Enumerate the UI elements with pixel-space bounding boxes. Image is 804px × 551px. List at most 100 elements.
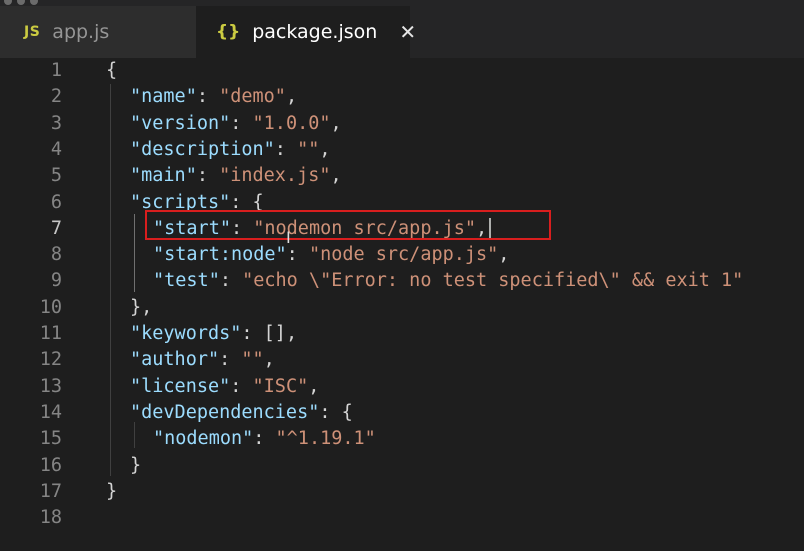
- line-number: 5: [50, 165, 62, 187]
- punctuation: ,: [285, 86, 298, 108]
- punctuation: :: [253, 428, 276, 450]
- punctuation: ,: [308, 375, 320, 397]
- code-text: "main": "index.js",: [130, 163, 342, 189]
- code-line[interactable]: 5 "main": "index.js",: [0, 163, 804, 189]
- code-text: "license": "ISC",: [130, 374, 319, 400]
- code-line[interactable]: 13 "license": "ISC",: [0, 374, 804, 400]
- code-line[interactable]: 1{: [0, 58, 804, 84]
- code-text: "start:node": "node src/app.js",: [153, 242, 509, 268]
- line-number: 1: [50, 60, 62, 81]
- json-string: "ISC": [252, 375, 309, 397]
- line-number: 16: [39, 454, 62, 476]
- code-line[interactable]: 3 "version": "1.0.0",: [0, 111, 804, 137]
- punctuation: :: [219, 349, 242, 371]
- code-text: {: [106, 58, 117, 84]
- line-number: 8: [50, 244, 62, 266]
- json-string: "echo \"Error: no test specified\" && ex…: [242, 270, 744, 292]
- json-string: "demo": [219, 86, 286, 108]
- line-number: 9: [50, 270, 62, 292]
- maximize-window-dot[interactable]: [30, 0, 38, 5]
- code-line[interactable]: 11 "keywords": [],: [0, 321, 804, 347]
- code-line[interactable]: 16}: [0, 453, 804, 479]
- code-line[interactable]: 10},: [0, 295, 804, 321]
- json-string: "1.0.0": [252, 112, 331, 134]
- tab-app-js[interactable]: JS app.js: [0, 6, 196, 58]
- code-line[interactable]: 8 "start:node": "node src/app.js",: [0, 242, 804, 268]
- json-key: "author": [130, 349, 220, 371]
- code-line[interactable]: 15 "nodemon": "^1.19.1": [0, 426, 804, 452]
- close-tab-icon[interactable]: ✕: [399, 20, 416, 44]
- json-key: "description": [130, 138, 275, 160]
- json-string: "": [297, 138, 320, 160]
- code-text: "author": "",: [130, 347, 275, 373]
- punctuation: :: [286, 244, 309, 266]
- json-key: "license": [130, 375, 231, 397]
- json-key: "devDependencies": [130, 401, 320, 423]
- highlight-annotation-box: [145, 210, 551, 240]
- code-line[interactable]: 12 "author": "",: [0, 347, 804, 373]
- code-line[interactable]: 2 "name": "demo",: [0, 84, 804, 110]
- line-number: 7: [50, 217, 62, 239]
- code-text: "description": "",: [130, 137, 331, 163]
- tab-label: package.json: [252, 21, 378, 43]
- code-text: }: [106, 479, 117, 505]
- json-key: "start:node": [153, 244, 287, 266]
- close-window-dot[interactable]: [4, 0, 12, 5]
- line-number: 17: [39, 480, 62, 502]
- code-line[interactable]: 18: [0, 505, 804, 531]
- punctuation: :: [196, 165, 220, 187]
- json-string: "^1.19.1": [275, 428, 376, 450]
- line-number: 13: [39, 375, 62, 397]
- line-number: 14: [39, 401, 62, 423]
- json-string: "": [241, 349, 264, 371]
- tab-label: app.js: [52, 21, 110, 43]
- line-number: 10: [39, 296, 62, 318]
- json-file-icon: {}: [216, 22, 241, 42]
- punctuation: :: [196, 86, 220, 108]
- code-line[interactable]: 14 "devDependencies": {: [0, 400, 804, 426]
- code-text: },: [130, 295, 152, 321]
- json-string: "index.js": [219, 165, 331, 187]
- line-number: 15: [39, 428, 62, 450]
- minimize-window-dot[interactable]: [17, 0, 25, 5]
- code-text: }: [130, 453, 141, 479]
- code-text: "name": "demo",: [130, 84, 297, 110]
- line-number: 11: [39, 323, 62, 344]
- line-number: 4: [50, 138, 62, 160]
- json-string: "node src/app.js": [308, 244, 499, 266]
- code-line[interactable]: 17}: [0, 479, 804, 505]
- code-line[interactable]: 9 "test": "echo \"Error: no test specifie…: [0, 268, 804, 294]
- javascript-file-icon: JS: [24, 24, 41, 40]
- punctuation: :: [274, 138, 298, 160]
- punctuation: ,: [319, 138, 331, 160]
- code-line[interactable]: 4 "description": "",: [0, 137, 804, 163]
- code-text: "nodemon": "^1.19.1": [153, 426, 376, 452]
- line-number: 12: [39, 349, 62, 371]
- punctuation: : [],: [241, 323, 298, 344]
- code-text: "devDependencies": {: [130, 400, 353, 426]
- punctuation: ,: [330, 112, 342, 134]
- json-key: "test": [153, 270, 220, 292]
- punctuation: :: [219, 270, 243, 292]
- code-editor[interactable]: 1{2 "name": "demo", 3 "version": "1.0.0", 4 "…: [0, 58, 804, 551]
- json-key: "nodemon": [153, 428, 254, 450]
- code-text: "version": "1.0.0",: [130, 111, 342, 137]
- punctuation: }: [130, 454, 142, 476]
- tab-package-json[interactable]: {} package.json ✕: [196, 6, 416, 58]
- punctuation: :: [230, 375, 253, 397]
- punctuation: :: [230, 112, 253, 134]
- line-number: 3: [50, 112, 62, 134]
- json-key: "name": [130, 86, 197, 108]
- punctuation: },: [130, 296, 153, 318]
- line-number: 2: [50, 86, 62, 108]
- text-select-cursor-icon: I: [286, 228, 291, 247]
- json-key: "main": [130, 165, 197, 187]
- punctuation: : {: [319, 401, 353, 423]
- punctuation: }: [106, 480, 118, 502]
- punctuation: ,: [330, 165, 342, 187]
- code-text: "keywords": [],: [130, 321, 297, 347]
- line-number: 6: [50, 191, 62, 213]
- tab-bar: JS app.js {} package.json ✕: [0, 0, 804, 58]
- punctuation: {: [106, 60, 118, 81]
- json-key: "version": [130, 112, 231, 134]
